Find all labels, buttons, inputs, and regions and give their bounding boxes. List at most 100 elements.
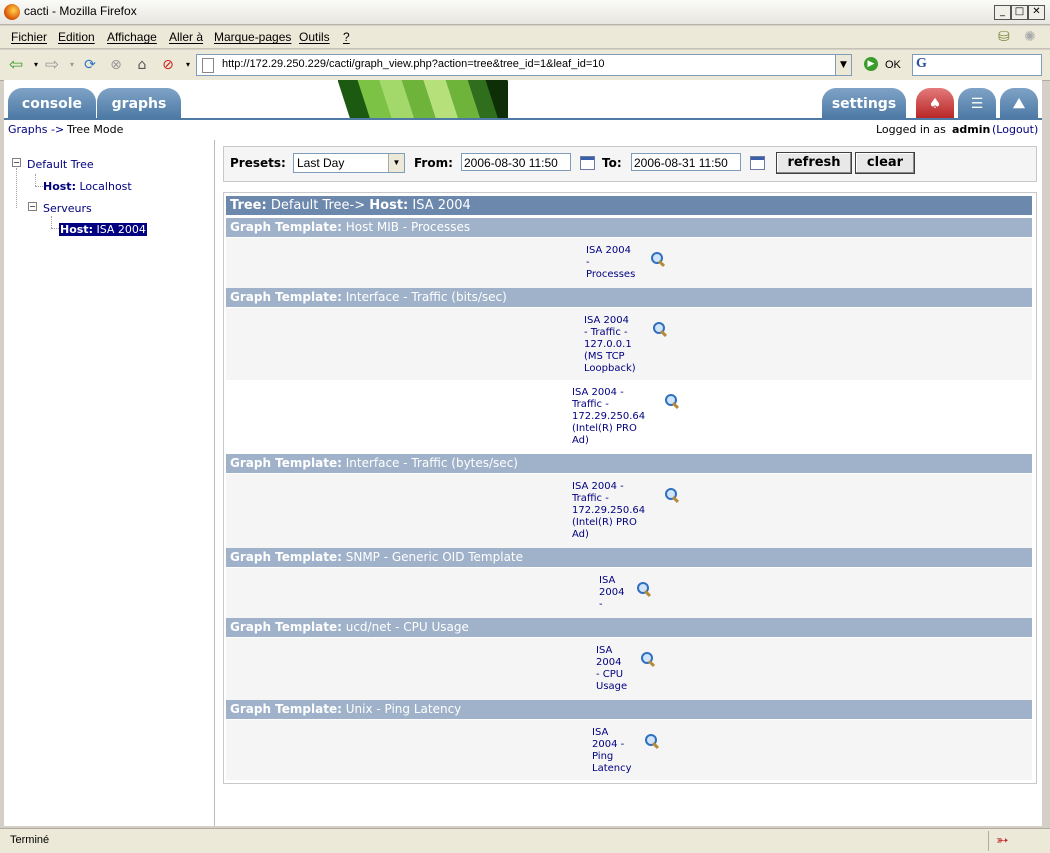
zoom-icon[interactable]: [664, 393, 680, 410]
page-icon: [202, 58, 214, 73]
back-icon[interactable]: ⇦: [8, 57, 24, 74]
url-dropdown-icon[interactable]: ▼: [835, 55, 851, 75]
graph-row: ISA 2004 - Traffic -172.29.250.64 (Intel(R…: [226, 380, 1032, 454]
close-button[interactable]: ✕: [1028, 5, 1045, 20]
download-icon[interactable]: ⛁: [998, 28, 1014, 44]
menu-outils[interactable]: Outils: [299, 30, 330, 44]
preview-view-icon[interactable]: ⛰: [1000, 88, 1038, 118]
clear-button[interactable]: clear: [855, 152, 915, 174]
graph-row: ISA 2004-: [226, 568, 1032, 618]
zoom-icon[interactable]: [650, 251, 666, 268]
zoom-handle-shape: [647, 659, 656, 668]
graph-row: ISA 2004- Traffic -127.0.0.1 (MS TCP Loopb…: [226, 308, 1032, 380]
login-prefix: Logged in as: [876, 123, 946, 136]
graph-template-label: Graph Template:: [230, 550, 342, 564]
tree-item-prefix: Host:: [60, 223, 93, 236]
graph-title[interactable]: ISA 2004 - Ping Latency: [592, 727, 632, 775]
stop-icon[interactable]: ⊗: [108, 57, 124, 73]
graph-template-label: Graph Template:: [230, 620, 342, 634]
graph-title-line: 172.29.250.64: [572, 505, 646, 516]
chevron-down-icon[interactable]: ▼: [388, 154, 404, 172]
calendar-icon[interactable]: [750, 156, 765, 170]
presets-select[interactable]: Last Day ▼: [293, 153, 405, 173]
minimize-button[interactable]: _: [994, 5, 1011, 20]
menu-affichage[interactable]: Affichage: [107, 30, 157, 44]
tree-item-isa-2004[interactable]: Host: ISA 2004: [59, 223, 147, 236]
from-label: From:: [414, 156, 453, 170]
host-label: Host:: [369, 198, 409, 213]
go-button[interactable]: OK: [885, 59, 901, 71]
breadcrumb: Graphs -> Tree Mode Logged in as admin (…: [4, 118, 1042, 140]
zoom-icon[interactable]: [640, 651, 656, 668]
search-input[interactable]: G: [912, 54, 1042, 76]
zoom-handle-shape: [671, 401, 680, 410]
calendar-icon[interactable]: [580, 156, 595, 170]
graph-title-line: - CPU: [596, 669, 624, 680]
menu-fichier[interactable]: Fichier: [11, 30, 47, 44]
url-text[interactable]: http://172.29.250.229/cacti/graph_view.p…: [222, 58, 605, 70]
forward-dropdown-icon[interactable]: ▾: [64, 57, 80, 73]
graph-template-label: Graph Template:: [230, 456, 342, 470]
graph-title-line: 2004: [599, 587, 625, 598]
graph-title[interactable]: ISA 2004- CPU Usage: [596, 645, 627, 693]
graph-title-line: ISA: [592, 727, 609, 738]
go-icon[interactable]: ▶: [864, 57, 878, 71]
tab-graphs[interactable]: graphs: [97, 88, 181, 118]
tree-item-localhost[interactable]: Host: Localhost: [43, 180, 132, 193]
logout-link[interactable]: (Logout): [992, 123, 1038, 136]
tab-console[interactable]: console: [8, 88, 96, 118]
graph-template-name: Interface - Traffic (bits/sec): [345, 290, 507, 304]
graph-row: ISA 2004 - Ping Latency: [226, 720, 1032, 780]
graph-title-line: 127.0.0.1: [584, 339, 632, 350]
tab-settings[interactable]: settings: [822, 88, 906, 118]
graph-template-header: Graph Template: SNMP - Generic OID Templ…: [226, 548, 1032, 567]
breadcrumb-current: Tree Mode: [67, 123, 124, 136]
menu-marque-pages[interactable]: Marque-pages: [214, 30, 291, 44]
refresh-button[interactable]: refresh: [776, 152, 852, 174]
graph-title-line: Ad): [572, 435, 589, 446]
graph-title[interactable]: ISA 2004- Processes: [586, 245, 635, 281]
tree-view-icon[interactable]: ♠: [916, 88, 954, 118]
back-dropdown-icon[interactable]: ▾: [28, 57, 44, 73]
status-divider: [988, 831, 989, 851]
window-title-bar: cacti - Mozilla Firefox _ □ ✕: [0, 0, 1050, 25]
graph-title-line: ISA: [596, 645, 613, 656]
collapse-icon[interactable]: −: [28, 202, 37, 211]
graph-title-line: Usage: [596, 681, 628, 692]
graph-row: ISA 2004- Processes: [226, 238, 1032, 288]
graph-title[interactable]: ISA 2004 - Traffic -172.29.250.64 (Intel(R…: [572, 481, 645, 541]
graph-title-line: Ad): [572, 529, 589, 540]
zoom-icon[interactable]: [664, 487, 680, 504]
adblock-dropdown-icon[interactable]: ▾: [180, 57, 196, 73]
menu-edition[interactable]: Edition: [58, 30, 95, 44]
menu-help[interactable]: ?: [343, 30, 350, 44]
zoom-handle-shape: [657, 259, 666, 268]
graph-title[interactable]: ISA 2004 - Traffic -172.29.250.64 (Intel(R…: [572, 387, 645, 447]
forward-icon[interactable]: ⇨: [44, 57, 60, 74]
to-date-input[interactable]: 2006-08-31 11:50: [631, 153, 741, 171]
tree-item-prefix: Host:: [43, 180, 76, 193]
login-user: admin: [952, 123, 991, 136]
zoom-icon[interactable]: [652, 321, 668, 338]
home-icon[interactable]: ⌂: [134, 57, 150, 73]
reload-icon[interactable]: ⟳: [82, 57, 98, 73]
zoom-icon[interactable]: [636, 581, 652, 598]
breadcrumb-graphs-link[interactable]: Graphs: [8, 123, 47, 136]
tree-item-serveurs[interactable]: Serveurs: [43, 202, 92, 215]
menu-aller[interactable]: Aller à: [169, 30, 203, 44]
maximize-button[interactable]: □: [1011, 5, 1028, 20]
list-view-icon[interactable]: ☰: [958, 88, 996, 118]
firefox-icon: [4, 4, 20, 20]
graph-title[interactable]: ISA 2004- Traffic -127.0.0.1 (MS TCP Loopb…: [584, 315, 636, 375]
collapse-icon[interactable]: −: [12, 158, 21, 167]
fish-icon[interactable]: ➳: [996, 831, 1009, 849]
google-icon[interactable]: G: [916, 56, 927, 72]
tree-root-default-tree[interactable]: Default Tree: [27, 158, 94, 171]
from-date-input[interactable]: 2006-08-30 11:50: [461, 153, 571, 171]
zoom-icon[interactable]: [644, 733, 660, 750]
url-bar[interactable]: http://172.29.250.229/cacti/graph_view.p…: [196, 54, 852, 76]
graph-title-line: Latency: [592, 763, 632, 774]
tree-item-label: ISA 2004: [96, 223, 146, 236]
graph-title[interactable]: ISA 2004-: [599, 575, 624, 611]
adblock-icon[interactable]: ⊘: [160, 57, 176, 73]
